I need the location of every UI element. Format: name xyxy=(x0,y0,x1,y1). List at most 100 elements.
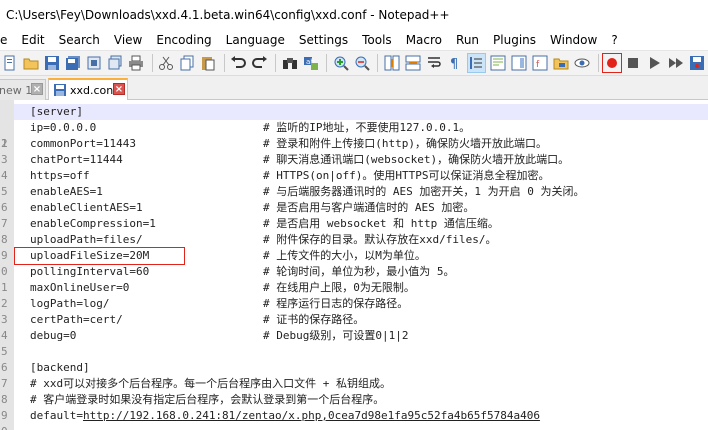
save-macro-button[interactable] xyxy=(687,53,706,73)
function-list-button[interactable]: f xyxy=(530,53,549,73)
line-code: enableAES=1 xyxy=(30,185,103,198)
close-all-button[interactable] xyxy=(106,53,125,73)
code-line[interactable]: 3 logPath=log/ # 程序运行日志的保存路径。 xyxy=(0,296,708,326)
zoom-out-button[interactable] xyxy=(352,53,371,73)
paste-button[interactable] xyxy=(199,53,218,73)
menu-language[interactable]: Language xyxy=(218,30,291,50)
code-line[interactable]: 4 certPath=cert/ # 证书的保存路径。 xyxy=(0,312,708,342)
indent-guide-icon xyxy=(470,57,483,69)
line-code: commonPort=11443 xyxy=(30,137,136,150)
menu-settings[interactable]: Settings xyxy=(291,30,354,50)
code-line[interactable]: 6 enableAES=1 # 与后端服务器通讯时的 AES 加密开关，1 为开… xyxy=(0,184,708,214)
code-line[interactable]: 7 enableClientAES=1 # 是否启用与客户端通信时的 AES 加… xyxy=(0,200,708,230)
svg-text:¶: ¶ xyxy=(450,57,458,71)
line-comment: # 在线用户上限，0为无限制。 xyxy=(263,281,415,294)
indent-guide-button[interactable] xyxy=(466,53,486,73)
line-comment: # 附件保存的目录。默认存放在xxd/files/。 xyxy=(263,233,497,246)
print-button[interactable] xyxy=(127,53,146,73)
menu-plugins[interactable]: Plugins xyxy=(485,30,542,50)
code-line[interactable]: 5 https=off # HTTPS(on|off)。使用HTTPS可以保证消… xyxy=(0,168,708,198)
code-line[interactable]: 8 enableCompression=1 # 是否启用 websocket 和… xyxy=(0,216,708,246)
undo-button[interactable] xyxy=(229,53,248,73)
backend-url-link[interactable]: http://192.168.0.241:81/zentao/x.php,0ce… xyxy=(83,409,540,422)
tab-bar: new 1 × xxd.conf × xyxy=(0,76,708,100)
menu-help[interactable]: ? xyxy=(603,30,623,50)
tab-new-1[interactable]: new 1 × xyxy=(0,79,46,100)
printer-icon xyxy=(129,55,144,71)
line-comment: # 监听的IP地址，不要使用127.0.0.1。 xyxy=(263,121,471,134)
menu-run[interactable]: Run xyxy=(448,30,485,50)
user-language-button[interactable] xyxy=(488,53,507,73)
close-button[interactable] xyxy=(84,53,103,73)
tab-close-icon[interactable]: × xyxy=(113,83,125,95)
close-file-icon xyxy=(87,56,101,70)
saved-file-icon xyxy=(54,84,66,96)
open-file-button[interactable] xyxy=(21,53,40,73)
editor-area[interactable]: 1 [server] 2 ip=0.0.0.0 # 监听的IP地址，不要使用12… xyxy=(0,100,708,430)
monitoring-button[interactable] xyxy=(572,53,591,73)
replace-button[interactable]: ab xyxy=(301,53,320,73)
menu-encoding[interactable]: Encoding xyxy=(148,30,217,50)
code-line[interactable]: 9 # 客户端登录时如果没有指定后台程序，会默认登录到第一个后台程序。 xyxy=(0,392,708,422)
tab-close-icon[interactable]: × xyxy=(31,83,43,95)
run-macro-multiple-button[interactable] xyxy=(666,53,685,73)
code-line[interactable]: 8 # xxd可以对接多个后台程序。每一个后台程序由入口文件 + 私钥组成。 xyxy=(0,376,708,406)
sync-vertical-button[interactable] xyxy=(382,53,401,73)
menu-edit[interactable]: Edit xyxy=(13,30,50,50)
toolbar-separator xyxy=(275,54,277,72)
cut-button[interactable] xyxy=(157,53,176,73)
menu-file[interactable]: e xyxy=(0,30,13,50)
line-code: ip=0.0.0.0 xyxy=(30,121,97,134)
stop-icon xyxy=(628,58,639,68)
record-macro-button[interactable] xyxy=(602,53,622,73)
line-comment: # 程序运行日志的保存路径。 xyxy=(263,297,409,310)
pilcrow-icon: ¶ xyxy=(450,57,458,71)
menu-window[interactable]: Window xyxy=(542,30,603,50)
find-button[interactable] xyxy=(280,53,299,73)
redo-button[interactable] xyxy=(250,53,269,73)
code-line[interactable]: 1 pollingInterval=60 # 轮询时间，单位为秒，最小值为 5。 xyxy=(0,264,708,294)
code-line[interactable]: 1 [server] xyxy=(0,104,708,150)
copy-button[interactable] xyxy=(178,53,197,73)
line-code: https=off xyxy=(30,169,90,182)
new-file-button[interactable] xyxy=(0,53,19,73)
menu-search[interactable]: Search xyxy=(51,30,106,50)
binoculars-icon xyxy=(282,58,297,69)
menu-tools[interactable]: Tools xyxy=(354,30,398,50)
code-line[interactable]: 9 uploadPath=files/ # 附件保存的目录。默认存放在xxd/f… xyxy=(0,232,708,262)
stop-macro-button[interactable] xyxy=(624,53,643,73)
line-code: uploadPath=files/ xyxy=(30,233,143,246)
code-line[interactable]: 2 ip=0.0.0.0 # 监听的IP地址，不要使用127.0.0.1。 xyxy=(0,120,708,150)
code-line[interactable]: 3 commonPort=11443 # 登录和附件上传接口(http)，确保防… xyxy=(0,136,708,166)
code-line[interactable]: 2 maxOnlineUser=0 # 在线用户上限，0为无限制。 xyxy=(0,280,708,310)
show-all-chars-button[interactable]: ¶ xyxy=(446,53,465,73)
user-language-icon xyxy=(490,55,506,71)
menu-macro[interactable]: Macro xyxy=(398,30,448,50)
line-code: # 客户端登录时如果没有指定后台程序，会默认登录到第一个后台程序。 xyxy=(30,393,385,406)
sync-horizontal-icon xyxy=(405,55,421,71)
replace-icon: ab xyxy=(303,57,318,70)
tab-xxd-conf[interactable]: xxd.conf × xyxy=(48,78,128,100)
line-comment: # HTTPS(on|off)。使用HTTPS可以保证消息全程加密。 xyxy=(263,169,550,182)
line-code: [server] xyxy=(30,105,83,118)
code-line[interactable]: 5 debug=0 # Debug级别，可设置0|1|2 xyxy=(0,328,708,358)
save-all-button[interactable] xyxy=(63,53,82,73)
word-wrap-button[interactable] xyxy=(425,53,444,73)
sync-horizontal-button[interactable] xyxy=(403,53,422,73)
menu-bar: e Edit Search View Encoding Language Set… xyxy=(0,30,708,50)
line-number: 0 xyxy=(0,424,14,430)
code-line[interactable]: 6 xyxy=(0,344,708,374)
menu-view[interactable]: View xyxy=(106,30,148,50)
doc-map-button[interactable] xyxy=(509,53,528,73)
play-macro-button[interactable] xyxy=(645,53,664,73)
code-line[interactable]: 7 [backend] xyxy=(0,360,708,390)
code-line[interactable]: 4 chatPort=11444 # 聊天消息通讯端口(websocket)，确… xyxy=(0,152,708,182)
open-folder-icon xyxy=(23,58,39,70)
code-line[interactable]: 0 default=http://192.168.0.241:81/zentao… xyxy=(0,408,708,430)
folder-workspace-button[interactable] xyxy=(551,53,570,73)
line-code: default=http://192.168.0.241:81/zentao/x… xyxy=(30,408,540,424)
line-code: pollingInterval=60 xyxy=(30,265,150,278)
save-macro-icon xyxy=(689,56,704,70)
save-button[interactable] xyxy=(42,53,61,73)
zoom-in-button[interactable] xyxy=(331,53,350,73)
